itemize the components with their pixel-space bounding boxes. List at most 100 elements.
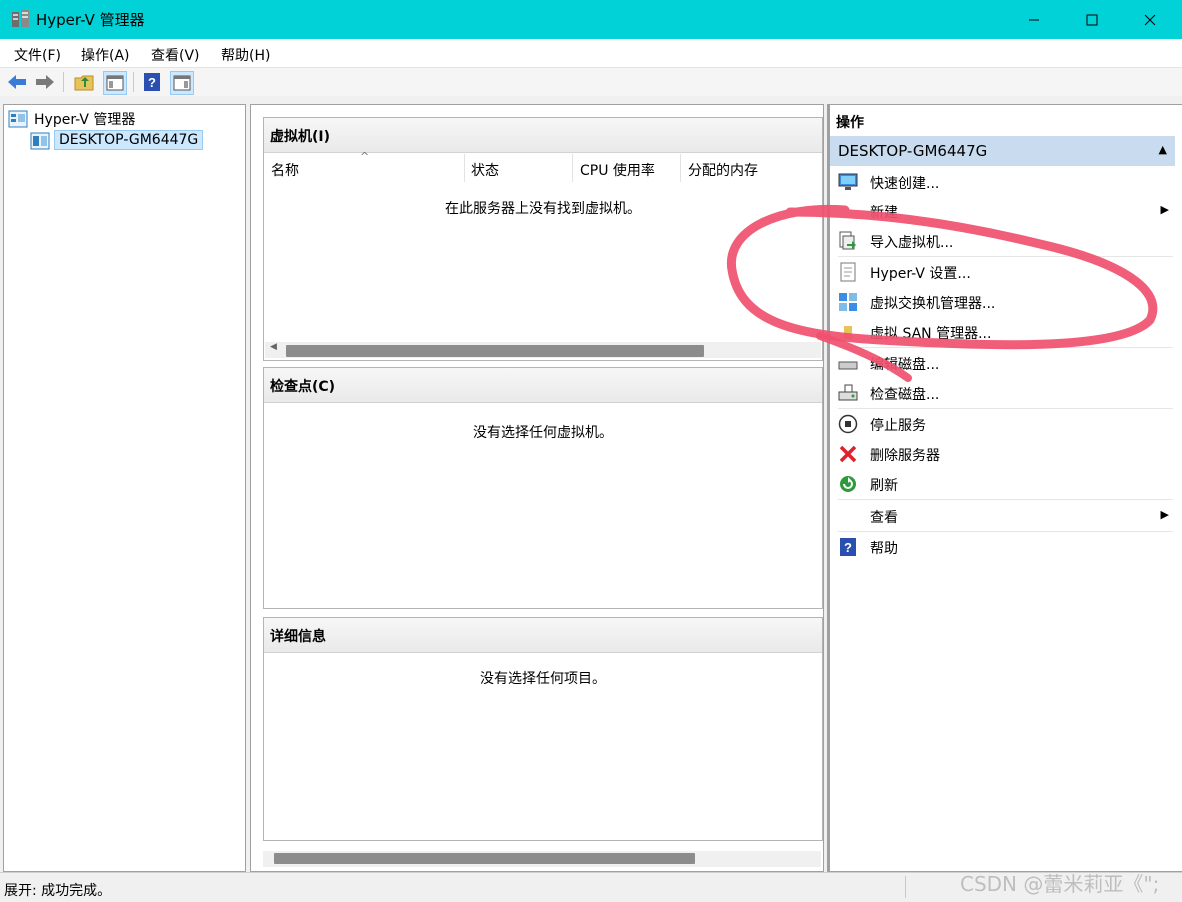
stop-service-icon bbox=[838, 414, 858, 434]
submenu-arrow-icon: ▶ bbox=[1160, 508, 1169, 521]
center-scrollbar-thumb[interactable] bbox=[274, 853, 695, 864]
action-import-vm[interactable]: 导入虚拟机... bbox=[830, 227, 1175, 255]
vm-panel-title: 虚拟机(I) bbox=[270, 129, 331, 145]
column-status[interactable]: 状态 bbox=[471, 160, 499, 180]
server-icon bbox=[30, 132, 50, 150]
menu-view[interactable]: 查看(V) bbox=[151, 45, 200, 65]
action-remove-server[interactable]: 删除服务器 bbox=[830, 440, 1175, 468]
details-panel-title: 详细信息 bbox=[270, 629, 326, 645]
vm-scrollbar-thumb[interactable] bbox=[286, 345, 704, 357]
vm-empty-message: 在此服务器上没有找到虚拟机。 bbox=[445, 201, 641, 217]
actions-pane: 操作 DESKTOP-GM6447G ▲ 快速创建... 新建 ▶ 导入虚拟机.… bbox=[827, 104, 1182, 872]
column-cpu-usage[interactable]: CPU 使用率 bbox=[580, 160, 655, 180]
action-stop-service[interactable]: 停止服务 bbox=[830, 410, 1175, 438]
center-horizontal-scrollbar[interactable] bbox=[263, 851, 821, 867]
action-hyper-v-settings[interactable]: Hyper-V 设置... bbox=[830, 258, 1175, 286]
up-folder-icon[interactable] bbox=[73, 71, 95, 93]
actions-group-header[interactable]: DESKTOP-GM6447G ▲ bbox=[830, 136, 1175, 166]
san-icon bbox=[838, 322, 858, 342]
action-label: 导入虚拟机... bbox=[870, 235, 954, 251]
action-label: 检查磁盘... bbox=[870, 387, 940, 403]
import-vm-icon bbox=[838, 231, 858, 251]
menu-file[interactable]: 文件(F) bbox=[14, 45, 61, 65]
toolbar: ? bbox=[0, 68, 1182, 96]
action-new[interactable]: 新建 ▶ bbox=[830, 197, 1175, 225]
action-divider bbox=[838, 256, 1173, 257]
close-icon bbox=[1144, 14, 1156, 25]
column-divider bbox=[680, 154, 681, 182]
details-panel-header: 详细信息 bbox=[264, 618, 822, 653]
status-divider bbox=[905, 876, 906, 898]
title-bar: Hyper-V 管理器 bbox=[0, 0, 1182, 39]
maximize-button[interactable] bbox=[1063, 0, 1121, 39]
show-hide-tree-icon[interactable] bbox=[103, 71, 127, 95]
submenu-arrow-icon: ▶ bbox=[1160, 203, 1169, 216]
actions-group-title: DESKTOP-GM6447G bbox=[838, 142, 988, 160]
action-help[interactable]: ? 帮助 bbox=[830, 533, 1175, 561]
action-divider bbox=[838, 499, 1173, 500]
column-divider bbox=[572, 154, 573, 182]
checkpoint-panel-header: 检查点(C) bbox=[264, 368, 822, 403]
sort-ascending-icon: ^ bbox=[360, 150, 370, 163]
hyper-v-manager-icon bbox=[11, 9, 31, 29]
action-virtual-san-manager[interactable]: 虚拟 SAN 管理器... bbox=[830, 318, 1175, 346]
details-panel: 详细信息 没有选择任何项目。 bbox=[263, 617, 823, 841]
status-text: 展开: 成功完成。 bbox=[4, 883, 112, 899]
toolbar-separator bbox=[133, 72, 134, 92]
action-label: 虚拟交换机管理器... bbox=[870, 296, 996, 312]
forward-arrow-icon[interactable] bbox=[34, 71, 56, 93]
center-pane: 虚拟机(I) 名称 ^ 状态 CPU 使用率 分配的内存 在此服务器上没有找到虚… bbox=[250, 104, 824, 872]
details-empty-message: 没有选择任何项目。 bbox=[480, 671, 606, 687]
vm-horizontal-scrollbar[interactable]: ◀ bbox=[265, 342, 821, 358]
action-divider bbox=[838, 347, 1173, 348]
help-icon[interactable]: ? bbox=[141, 71, 163, 93]
action-label: Hyper-V 设置... bbox=[870, 266, 971, 282]
action-refresh[interactable]: 刷新 bbox=[830, 470, 1175, 498]
console-tree: Hyper-V 管理器 DESKTOP-GM6447G bbox=[3, 104, 246, 872]
scroll-left-icon[interactable]: ◀ bbox=[270, 342, 277, 352]
close-button[interactable] bbox=[1121, 0, 1179, 39]
menu-help[interactable]: 帮助(H) bbox=[221, 45, 270, 65]
column-divider bbox=[464, 154, 465, 182]
quick-create-icon bbox=[838, 172, 858, 192]
action-view[interactable]: 查看 ▶ bbox=[830, 502, 1175, 530]
action-edit-disk[interactable]: 编辑磁盘... bbox=[830, 349, 1175, 377]
virtual-switch-icon bbox=[838, 292, 858, 312]
action-inspect-disk[interactable]: 检查磁盘... bbox=[830, 379, 1175, 407]
collapse-icon[interactable]: ▲ bbox=[1159, 143, 1167, 156]
action-quick-create[interactable]: 快速创建... bbox=[830, 168, 1175, 196]
action-label: 刷新 bbox=[870, 478, 898, 494]
checkpoint-empty-message: 没有选择任何虚拟机。 bbox=[473, 425, 613, 441]
action-label: 虚拟 SAN 管理器... bbox=[870, 326, 992, 342]
menu-action[interactable]: 操作(A) bbox=[81, 45, 130, 65]
tree-item-server[interactable]: DESKTOP-GM6447G bbox=[54, 130, 204, 150]
maximize-icon bbox=[1086, 14, 1098, 25]
minimize-button[interactable] bbox=[1005, 0, 1063, 39]
action-label: 快速创建... bbox=[870, 176, 940, 192]
svg-text:?: ? bbox=[148, 75, 156, 90]
minimize-icon bbox=[1029, 19, 1039, 20]
column-name[interactable]: 名称 bbox=[271, 160, 299, 180]
action-divider bbox=[838, 531, 1173, 532]
svg-text:?: ? bbox=[844, 540, 852, 555]
action-label: 新建 bbox=[870, 205, 898, 221]
toolbar-separator bbox=[63, 72, 64, 92]
column-assigned-memory[interactable]: 分配的内存 bbox=[688, 160, 758, 180]
action-label: 编辑磁盘... bbox=[870, 357, 940, 373]
virtual-machines-panel: 虚拟机(I) 名称 ^ 状态 CPU 使用率 分配的内存 在此服务器上没有找到虚… bbox=[263, 117, 823, 361]
vm-panel-header: 虚拟机(I) bbox=[264, 118, 822, 153]
help-icon: ? bbox=[838, 537, 858, 557]
actions-title: 操作 bbox=[836, 115, 864, 131]
hyper-v-manager-tree-icon bbox=[8, 110, 28, 128]
action-divider bbox=[838, 408, 1173, 409]
inspect-disk-icon bbox=[838, 383, 858, 403]
checkpoints-panel: 检查点(C) 没有选择任何虚拟机。 bbox=[263, 367, 823, 609]
back-arrow-icon[interactable] bbox=[6, 71, 28, 93]
window-title: Hyper-V 管理器 bbox=[36, 11, 145, 29]
action-virtual-switch-manager[interactable]: 虚拟交换机管理器... bbox=[830, 288, 1175, 316]
show-hide-actions-icon[interactable] bbox=[170, 71, 194, 95]
action-label: 查看 bbox=[870, 510, 898, 526]
tree-root-label[interactable]: Hyper-V 管理器 bbox=[34, 109, 135, 129]
action-label: 停止服务 bbox=[870, 418, 926, 434]
settings-document-icon bbox=[838, 262, 858, 282]
